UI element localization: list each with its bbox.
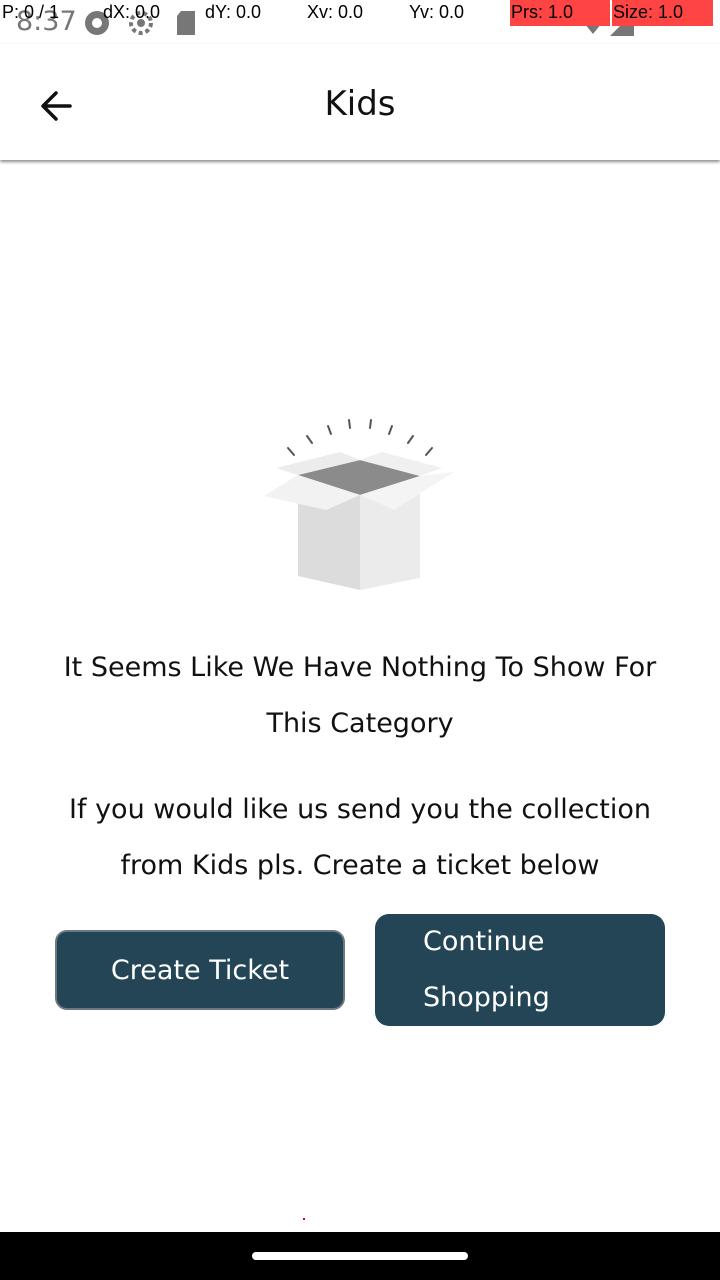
create-ticket-button[interactable]: Create Ticket (55, 930, 345, 1010)
back-button[interactable] (24, 74, 88, 138)
delta-y: dY: 0.0 (205, 2, 262, 22)
empty-state-message: If you would like us send you the collec… (69, 794, 651, 881)
home-gesture-handle[interactable] (252, 1252, 468, 1260)
touch-indicator-dot (303, 1218, 305, 1220)
delta-x: dX: 0.0 (103, 2, 161, 22)
create-ticket-label: Create Ticket (110, 954, 290, 986)
pointer-location-overlay: P: 0 / 1 dX: 0.0 dY: 0.0 Xv: 0.0 Yv: 0.0… (0, 0, 720, 26)
velocity-y: Yv: 0.0 (409, 2, 465, 22)
open-box-icon (264, 419, 454, 590)
arrow-left-icon (41, 91, 72, 121)
navigation-bar (0, 1232, 720, 1280)
continue-shopping-label: Continue Shopping (423, 926, 550, 1013)
continue-shopping-button[interactable]: Continue Shopping (375, 914, 665, 1026)
page-title: Kids (324, 84, 396, 124)
pointer-count: P: 0 / 1 (2, 2, 60, 22)
empty-state-headline: It Seems Like We Have Nothing To Show Fo… (63, 652, 657, 739)
velocity-x: Xv: 0.0 (307, 2, 364, 22)
size: Size: 1.0 (613, 2, 684, 22)
app-bar: Kids (0, 44, 720, 160)
pressure: Prs: 1.0 (511, 2, 574, 22)
